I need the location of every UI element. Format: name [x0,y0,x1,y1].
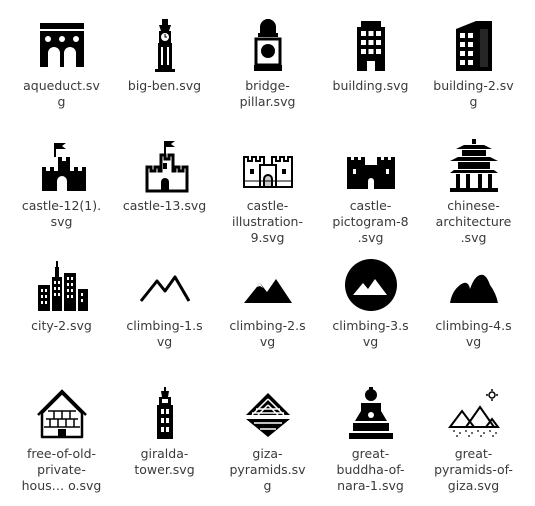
castle-illustration-icon [238,136,298,194]
climbing-1-icon [135,256,195,314]
giralda-tower-icon [135,384,195,442]
file-item[interactable]: big-ben.svg [113,16,216,136]
climbing-2-icon [238,256,298,314]
file-item[interactable]: climbing-1.s vg [113,256,216,384]
file-label: climbing-2.s vg [229,318,306,349]
file-item[interactable]: building.svg [319,16,422,136]
great-buddha-icon [341,384,401,442]
castle-12-icon [32,136,92,194]
file-item[interactable]: chinese- architecture .svg [422,136,525,256]
city-icon [32,256,92,314]
file-item[interactable]: castle-13.svg [113,136,216,256]
file-label: building.svg [332,78,409,93]
file-label: free-of-old- private- hous… o.svg [21,446,102,493]
old-house-icon [32,384,92,442]
big-ben-icon [135,16,195,74]
file-item[interactable]: city-2.svg [10,256,113,384]
building-2-icon [444,16,504,74]
file-label: great- pyramids-of- giza.svg [434,446,513,493]
file-label: bridge- pillar.svg [239,78,296,109]
file-label: giza- pyramids.sv g [229,446,306,493]
file-label: chinese- architecture .svg [435,198,512,245]
great-pyramids-icon [444,384,504,442]
climbing-3-icon [341,256,401,314]
file-item[interactable]: climbing-2.s vg [216,256,319,384]
file-label: castle-12(1). svg [21,198,102,229]
file-label: climbing-3.s vg [332,318,409,349]
file-item[interactable]: building-2.sv g [422,16,525,136]
file-item[interactable]: castle- pictogram-8 .svg [319,136,422,256]
file-item[interactable]: castle- illustration- 9.svg [216,136,319,256]
file-item[interactable]: great- pyramids-of- giza.svg [422,384,525,506]
file-item[interactable]: free-of-old- private- hous… o.svg [10,384,113,506]
bridge-pillar-icon [238,16,298,74]
aqueduct-icon [32,16,92,74]
chinese-architecture-icon [444,136,504,194]
file-grid: aqueduct.sv g big-ben.svg bridge- pillar.s… [10,16,525,506]
file-label: climbing-1.s vg [126,318,203,349]
castle-13-icon [135,136,195,194]
file-item[interactable]: castle-12(1). svg [10,136,113,256]
file-item[interactable]: giza- pyramids.sv g [216,384,319,506]
file-item[interactable]: aqueduct.sv g [10,16,113,136]
file-item[interactable]: giralda- tower.svg [113,384,216,506]
file-label: giralda- tower.svg [134,446,195,477]
file-item[interactable]: bridge- pillar.svg [216,16,319,136]
climbing-4-icon [444,256,504,314]
castle-pictogram-icon [341,136,401,194]
giza-pyramids-icon [238,384,298,442]
file-label: castle- pictogram-8 .svg [332,198,409,245]
file-label: castle- illustration- 9.svg [231,198,303,245]
file-item[interactable]: great- buddha-of- nara-1.svg [319,384,422,506]
building-icon [341,16,401,74]
file-label: climbing-4.s vg [435,318,512,349]
file-label: great- buddha-of- nara-1.svg [336,446,405,493]
file-item[interactable]: climbing-3.s vg [319,256,422,384]
file-label: big-ben.svg [127,78,202,93]
file-label: castle-13.svg [122,198,207,213]
file-label: city-2.svg [31,318,92,333]
file-label: aqueduct.sv g [23,78,100,109]
file-label: building-2.sv g [433,78,514,109]
file-item[interactable]: climbing-4.s vg [422,256,525,384]
